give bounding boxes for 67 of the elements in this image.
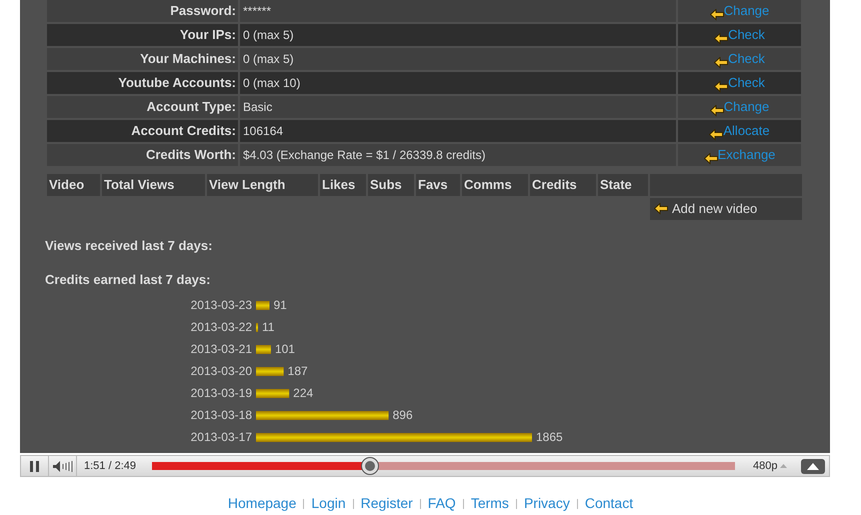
bar <box>256 389 290 398</box>
eject-icon <box>807 462 819 470</box>
time-display: 1:51 / 2:49 <box>84 458 137 474</box>
field-label: Account Credits: <box>47 120 238 142</box>
field-value: 106164 <box>240 120 676 142</box>
field-value: 0 (max 5) <box>240 24 676 46</box>
field-value: 0 (max 10) <box>240 72 676 94</box>
value-label: 1865 <box>536 430 563 444</box>
quality-selector[interactable]: 480p <box>753 458 788 474</box>
value-label: 101 <box>274 342 295 356</box>
footer-link[interactable]: Login <box>311 493 346 514</box>
date-label: 2013-03-19 <box>190 386 252 400</box>
field-label: Password: <box>47 0 238 22</box>
arrow-icon <box>714 32 728 45</box>
date-label: 2013-03-17 <box>190 430 252 444</box>
field-label: Credits Worth: <box>47 144 238 166</box>
arrow-icon <box>714 80 728 93</box>
section-heading: Credits earned last 7 days: <box>45 270 210 289</box>
speaker-icon <box>52 460 72 472</box>
value-label: 224 <box>293 386 314 400</box>
field-label: Account Type: <box>47 96 238 118</box>
fullscreen-button[interactable] <box>801 458 825 474</box>
column-header: Total Views <box>102 174 205 196</box>
arrow-icon <box>714 56 728 69</box>
bar <box>256 367 284 376</box>
bar <box>256 345 271 354</box>
pause-icon <box>30 460 40 472</box>
arrow-icon <box>710 8 724 21</box>
value-label: 896 <box>392 408 413 422</box>
field-label: Youtube Accounts: <box>47 72 238 94</box>
add-video-button[interactable]: Add new video <box>650 198 802 220</box>
field-label: Your Machines: <box>47 48 238 70</box>
arrow-icon <box>654 203 668 215</box>
footer-link[interactable]: Privacy <box>524 493 570 514</box>
date-label: 2013-03-20 <box>190 364 252 378</box>
date-label: 2013-03-22 <box>190 320 252 334</box>
section-heading: Views received last 7 days: <box>45 237 212 255</box>
field-value: Basic <box>240 96 676 118</box>
column-header: Credits <box>530 174 596 196</box>
arrow-icon <box>710 104 724 117</box>
value-label: 187 <box>288 364 308 378</box>
field-value: ****** <box>240 0 676 22</box>
column-header: Favs <box>416 174 460 196</box>
footer-link[interactable]: Terms <box>470 493 509 514</box>
column-header: Subs <box>368 174 414 196</box>
date-label: 2013-03-23 <box>190 298 252 312</box>
column-header: State <box>598 174 648 196</box>
field-label: Your IPs: <box>47 24 238 46</box>
column-header: Likes <box>320 174 366 196</box>
caret-icon <box>780 464 788 468</box>
value-label: 11 <box>262 320 274 334</box>
date-label: 2013-03-18 <box>190 408 252 422</box>
field-value: 0 (max 5) <box>240 48 676 70</box>
arrow-icon <box>709 128 724 141</box>
bar <box>256 301 270 310</box>
column-header: Video <box>47 174 100 196</box>
value-label: 91 <box>273 298 287 312</box>
arrow-icon <box>704 152 718 165</box>
footer-link[interactable]: FAQ <box>428 493 456 514</box>
footer-link[interactable]: Contact <box>584 493 634 514</box>
column-header: Comms <box>462 174 528 196</box>
field-value: $4.03 (Exchange Rate = $1 / 26339.8 credits) <box>240 144 676 166</box>
date-label: 2013-03-21 <box>190 342 252 356</box>
column-header: View Length <box>207 174 318 196</box>
footer-link[interactable]: Homepage <box>228 493 296 514</box>
progress-handle[interactable] <box>362 458 378 474</box>
footer-link[interactable]: Register <box>360 493 413 514</box>
